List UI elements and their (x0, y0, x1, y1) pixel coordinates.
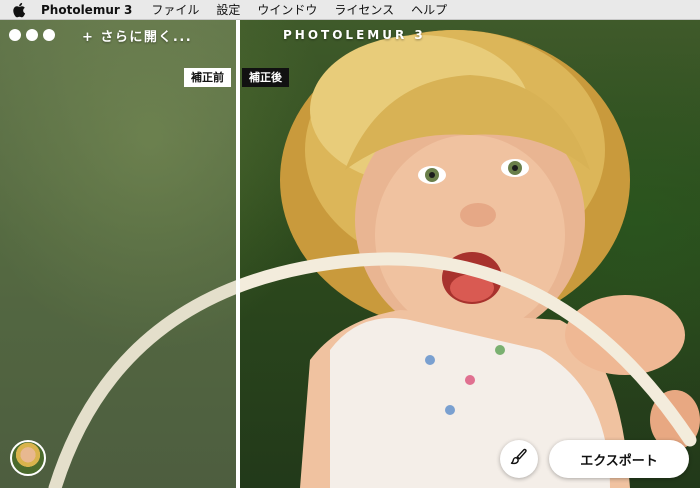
window-minimize-button[interactable] (26, 29, 38, 41)
app-name-menu[interactable]: Photolemur 3 (41, 3, 132, 17)
export-button[interactable]: エクスポート (549, 440, 689, 478)
menu-settings[interactable]: 設定 (216, 1, 240, 18)
menu-window[interactable]: ウインドウ (257, 1, 317, 18)
photo-canvas[interactable]: 補正前 補正後 + さらに開く... PHOTOLEMUR 3 エクスポート (0, 20, 700, 488)
before-label: 補正前 (184, 68, 231, 87)
open-more-button[interactable]: + さらに開く... (82, 26, 192, 45)
window-close-button[interactable] (9, 29, 21, 41)
after-label: 補正後 (242, 68, 289, 87)
window-controls (9, 29, 55, 41)
brush-icon (510, 448, 528, 470)
comparison-split-handle[interactable] (236, 20, 240, 488)
before-preview-overlay (0, 20, 238, 488)
menu-bar: Photolemur 3 ファイル 設定 ウインドウ ライセンス ヘルプ (0, 0, 700, 20)
menu-help[interactable]: ヘルプ (411, 1, 447, 18)
photo-thumbnail[interactable] (10, 440, 46, 476)
brush-button[interactable] (500, 440, 538, 478)
app-logo: PHOTOLEMUR 3 (283, 28, 426, 42)
window-zoom-button[interactable] (43, 29, 55, 41)
apple-icon[interactable] (13, 2, 29, 18)
menu-file[interactable]: ファイル (151, 1, 199, 18)
menu-license[interactable]: ライセンス (334, 1, 394, 18)
